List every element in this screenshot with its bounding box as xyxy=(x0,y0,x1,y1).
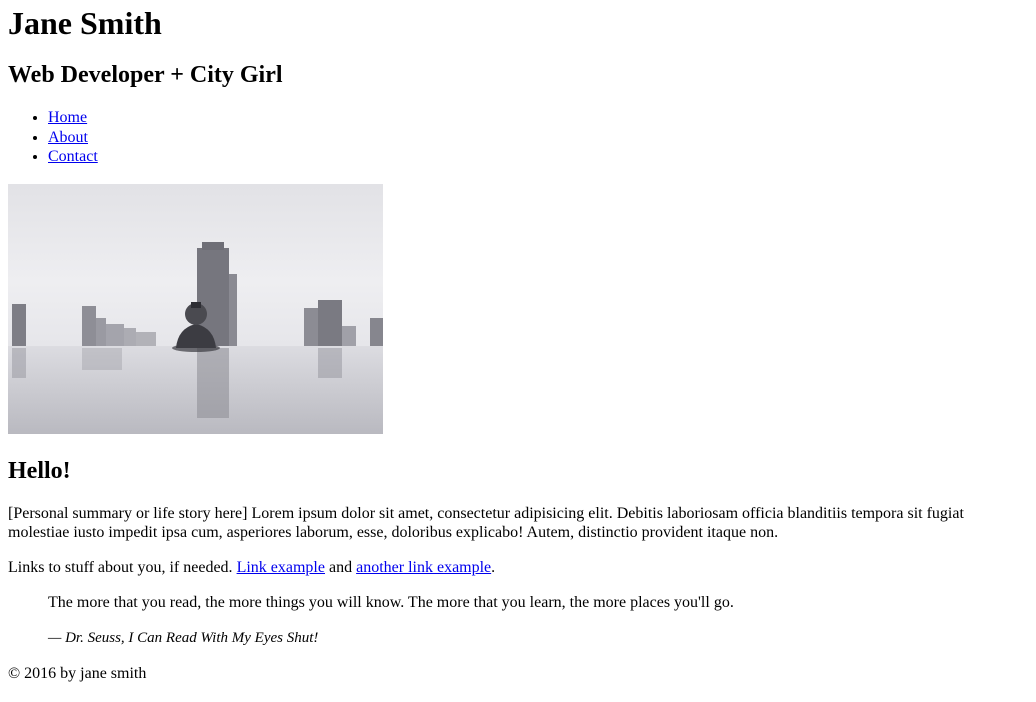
hero-image xyxy=(8,183,383,434)
site-title: Jane Smith xyxy=(8,5,162,41)
quote-source: — Dr. Seuss, I Can Read With My Eyes Shu… xyxy=(48,629,319,646)
nav-list: Home About Contact xyxy=(8,108,1028,167)
quote-block: The more that you read, the more things … xyxy=(48,593,1028,648)
site-tagline: Web Developer + City Girl xyxy=(8,62,283,88)
link-example[interactable]: Link example xyxy=(237,559,325,576)
another-link-example[interactable]: another link example xyxy=(356,559,491,576)
nav-link-contact[interactable]: Contact xyxy=(48,148,98,165)
nav-item-home: Home xyxy=(48,108,1028,128)
nav-item-about: About xyxy=(48,128,1028,148)
personal-summary: [Personal summary or life story here] Lo… xyxy=(8,504,964,541)
links-intro: Links to stuff about you, if needed. xyxy=(8,558,233,576)
links-and: and xyxy=(328,558,353,576)
nav-item-contact: Contact xyxy=(48,147,1028,167)
quote-text: The more that you read, the more things … xyxy=(48,593,734,611)
footer-copyright: © 2016 by jane smith xyxy=(8,664,147,682)
links-paragraph: Links to stuff about you, if needed. Lin… xyxy=(8,558,1028,577)
links-end: . xyxy=(491,558,496,576)
nav-link-about[interactable]: About xyxy=(48,129,88,146)
section-heading: Hello! xyxy=(8,457,71,484)
nav-link-home[interactable]: Home xyxy=(48,109,87,126)
